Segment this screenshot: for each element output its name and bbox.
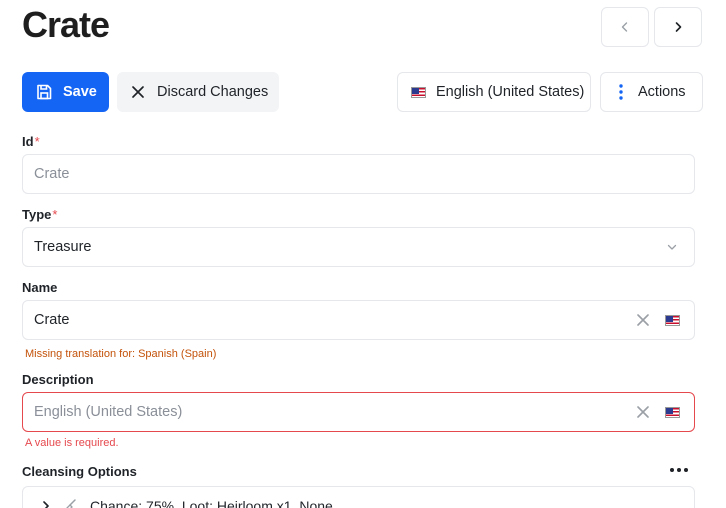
cleansing-options-menu-button[interactable] <box>666 460 692 480</box>
cleansing-options-label: Cleansing Options <box>22 464 137 479</box>
next-button[interactable] <box>654 7 702 47</box>
save-button[interactable]: Save <box>22 72 109 112</box>
chevron-right-icon <box>675 22 682 32</box>
clear-icon[interactable] <box>637 314 649 326</box>
close-icon <box>132 86 144 98</box>
actions-button[interactable]: Actions <box>600 72 703 112</box>
description-error: A value is required. <box>25 437 119 449</box>
description-field-controls <box>637 393 680 431</box>
type-select[interactable]: Treasure <box>22 227 695 267</box>
previous-button[interactable] <box>601 7 649 47</box>
chevron-down-icon <box>667 244 677 250</box>
description-field[interactable]: English (United States) <box>22 392 695 432</box>
type-select-indicator <box>666 228 678 266</box>
type-label-text: Type <box>22 207 52 222</box>
language-selector[interactable]: English (United States) <box>397 72 591 112</box>
name-field-controls <box>637 301 680 339</box>
more-vertical-icon <box>619 84 623 100</box>
description-label: Description <box>22 372 94 387</box>
us-flag-icon[interactable] <box>665 406 680 418</box>
broom-icon <box>66 499 76 508</box>
description-placeholder: English (United States) <box>34 404 183 420</box>
discard-changes-button[interactable]: Discard Changes <box>117 72 279 112</box>
id-value: Crate <box>34 166 70 182</box>
page: Crate Save Discard Changes English (Unit… <box>0 0 726 508</box>
actions-label: Actions <box>638 84 686 100</box>
page-title: Crate <box>22 4 110 45</box>
name-label: Name <box>22 280 58 295</box>
id-field[interactable]: Crate <box>22 154 695 194</box>
discard-label: Discard Changes <box>157 84 269 100</box>
language-label: English (United States) <box>436 84 585 100</box>
chevron-left-icon <box>621 22 628 32</box>
clear-icon[interactable] <box>637 406 649 418</box>
cleansing-option-text: Chance: 75%, Loot: Heirloom x1, None <box>90 498 333 508</box>
save-icon <box>37 84 52 100</box>
id-label: Id* <box>22 134 40 149</box>
missing-translation-warning: Missing translation for: Spanish (Spain) <box>25 348 217 360</box>
save-label: Save <box>63 84 97 100</box>
us-flag-icon[interactable] <box>665 314 680 326</box>
id-label-text: Id <box>22 134 34 149</box>
name-value: Crate <box>34 312 70 328</box>
type-value: Treasure <box>34 239 92 255</box>
chevron-right-icon[interactable] <box>40 500 52 508</box>
required-mark: * <box>52 207 58 222</box>
type-label: Type* <box>22 207 57 222</box>
required-mark: * <box>34 134 40 149</box>
us-flag-icon <box>411 86 426 98</box>
cleansing-option-item[interactable]: Chance: 75%, Loot: Heirloom x1, None <box>22 486 695 508</box>
name-field[interactable]: Crate <box>22 300 695 340</box>
more-horizontal-icon <box>670 468 688 472</box>
